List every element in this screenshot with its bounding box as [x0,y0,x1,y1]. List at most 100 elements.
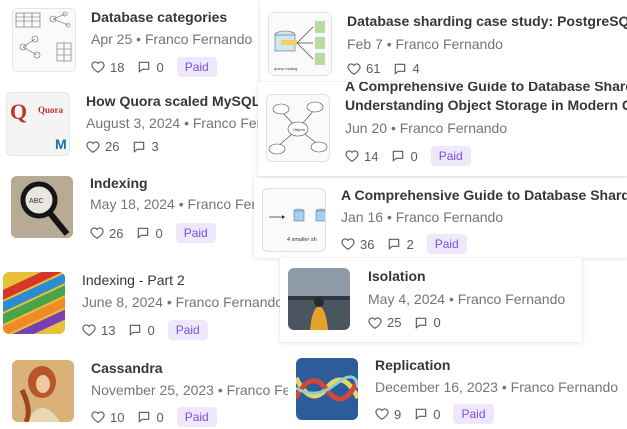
comment-count: 0 [156,409,164,425]
like-button[interactable]: 14 [345,149,378,164]
comment-button[interactable]: 0 [391,149,418,164]
comment-button[interactable]: 0 [137,59,164,75]
post-meta: May 18, 2024 • Franco Fer [90,196,256,212]
post-meta: June 8, 2024 • Franco Fernando [82,294,283,310]
svg-text:Quora: Quora [38,105,64,115]
post-author[interactable]: Franco Fernando [458,291,565,307]
comment-icon [393,62,407,76]
post-title[interactable]: A Comprehensive Guide to Database Shardi… [341,187,627,203]
post-stats: 9 0 Paid [375,404,494,424]
post-card[interactable]: Indexing - Part 2 June 8, 2024 • Franco … [0,262,290,348]
comment-button[interactable]: 0 [128,322,155,338]
post-thumbnail [3,272,65,334]
post-thumbnail [12,8,76,72]
post-stats: 26 0 Paid [90,223,216,243]
svg-text:Object: Object [293,127,305,132]
post-title[interactable]: Database sharding case study: PostgreSQL [347,13,627,29]
post-author[interactable]: Franco Fe [227,382,290,398]
post-author[interactable]: Franco Fernando [145,31,252,47]
comment-button[interactable]: 4 [393,61,420,76]
post-date: Apr 25 [91,31,133,47]
post-title[interactable]: Isolation [368,268,426,284]
post-card[interactable]: Cassandra November 25, 2023 • Franco Fe … [0,352,290,429]
like-button[interactable]: 9 [375,407,401,422]
like-count: 26 [105,139,120,154]
post-author[interactable]: Franco Fernando [400,120,507,136]
heart-icon [341,237,355,251]
post-title[interactable]: Indexing - Part 2 [82,272,185,288]
post-meta: November 25, 2023 • Franco Fe [91,382,290,398]
comment-button[interactable]: 0 [414,315,441,330]
post-card[interactable]: Isolation May 4, 2024 • Franco Fernando … [280,258,582,342]
meta-separator: • [178,196,184,212]
comment-icon [137,60,151,74]
like-count: 14 [364,148,379,164]
post-thumbnail: Q Quora M [6,92,70,156]
comment-button[interactable]: 0 [137,409,164,425]
post-card[interactable]: A Comprehensive Guide to Database Shardi… [258,82,627,176]
post-thumbnail: query routing [268,12,332,76]
post-stats: 13 0 Paid [82,320,208,340]
like-button[interactable]: 61 [347,61,380,76]
post-card[interactable]: query routing Database sharding case stu… [260,0,627,84]
post-meta: Feb 7 • Franco Fernando [347,36,503,52]
post-title[interactable]: Replication [375,357,450,373]
comment-count: 0 [147,322,155,338]
comment-button[interactable]: 0 [414,407,440,422]
like-button[interactable]: 26 [90,226,123,241]
comment-button[interactable]: 2 [387,237,414,252]
comment-icon [387,237,401,251]
comment-button[interactable]: 0 [136,225,163,241]
meta-separator: • [390,120,396,136]
post-card[interactable]: 4 smaller sh A Comprehensive Guide to Da… [254,178,627,258]
like-button[interactable]: 26 [86,139,119,154]
comment-icon [414,407,428,421]
comment-icon [391,149,405,163]
paid-badge: Paid [453,404,494,424]
like-button[interactable]: 13 [82,323,115,338]
heart-icon [375,407,389,421]
post-meta: Jun 20 • Franco Fernando [345,120,507,136]
post-title[interactable]: Cassandra [91,360,163,376]
comment-icon [414,316,428,330]
post-title[interactable]: Understanding Object Storage in Modern C [345,97,627,113]
post-card[interactable]: Database categories Apr 25 • Franco Fern… [0,0,262,84]
post-title[interactable]: How Quora scaled MySQL [86,93,260,109]
meta-separator: • [166,294,172,310]
post-author[interactable]: Franco Fernando [396,209,503,225]
comment-count: 0 [155,225,163,241]
post-meta: August 3, 2024 • Franco Fernando [86,115,262,131]
post-title[interactable]: Database categories [91,9,227,25]
comment-count: 0 [156,59,164,75]
paid-badge: Paid [167,320,208,340]
post-author[interactable]: Franco Fernando [511,379,618,395]
heart-icon [86,140,100,154]
post-date: June 8, 2024 [82,294,163,310]
svg-text:M: M [55,136,67,152]
post-card[interactable]: Replication December 16, 2023 • Franco F… [288,346,627,429]
post-author[interactable]: Franco Fernando [396,36,503,52]
post-author[interactable]: Franco Fernando [193,115,262,131]
post-author[interactable]: Franco Fernando [176,294,283,310]
heart-icon [345,149,359,163]
post-date: May 18, 2024 [90,196,175,212]
like-count: 61 [366,61,381,76]
comment-icon [128,323,142,337]
like-button[interactable]: 18 [91,60,124,75]
like-count: 25 [387,315,402,330]
post-meta: May 4, 2024 • Franco Fernando [368,291,565,307]
post-card[interactable]: ABC Indexing May 18, 2024 • Franco Fer 2… [0,168,262,252]
meta-separator: • [184,115,189,131]
svg-text:Q: Q [10,99,27,124]
like-count: 26 [109,225,124,241]
like-button[interactable]: 25 [368,315,401,330]
post-card[interactable]: Q Quora M How Quora scaled MySQL August … [0,84,262,168]
like-button[interactable]: 10 [91,410,124,425]
like-button[interactable]: 36 [341,237,374,252]
comment-button[interactable]: 3 [132,139,159,154]
like-count: 18 [110,59,125,75]
post-stats: 61 4 [347,61,433,76]
post-author[interactable]: Franco Fer [188,196,256,212]
post-title[interactable]: Indexing [90,175,148,191]
post-title-partial: A Comprehensive Guide to Database Shardi [345,82,627,94]
